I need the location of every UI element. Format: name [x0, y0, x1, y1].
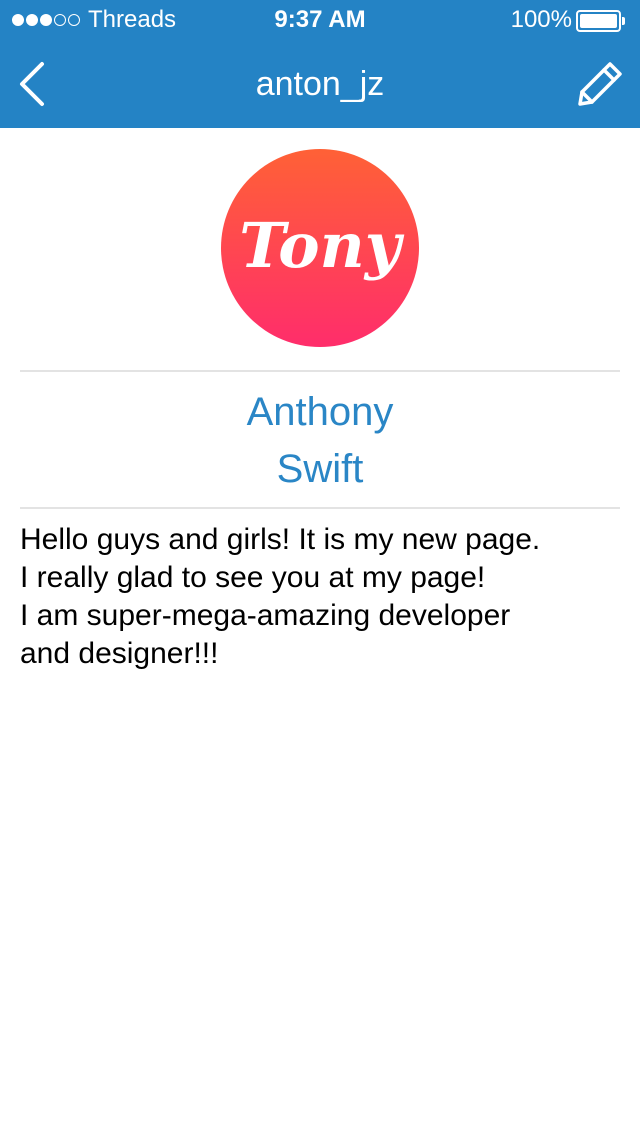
chevron-left-icon	[20, 62, 44, 106]
bio-line: and designer!!!	[20, 637, 219, 670]
profile-name: Anthony Swift	[20, 384, 620, 498]
last-name: Swift	[276, 447, 364, 491]
battery-icon	[576, 10, 626, 32]
bio-line: Hello guys and girls! It is my new page.	[20, 523, 541, 556]
bio-text: Hello guys and girls! It is my new page.…	[20, 521, 620, 673]
bio-line: I really glad to see you at my page!	[20, 561, 486, 594]
back-button[interactable]	[10, 54, 60, 114]
edit-button[interactable]	[572, 56, 628, 112]
avatar: Tony	[221, 149, 419, 347]
header: Threads 9:37 AM 100% anton_jz	[0, 0, 640, 128]
bio-line: I am super-mega-amazing developer	[20, 599, 511, 632]
avatar-text: Tony	[239, 209, 404, 282]
battery-percent: 100%	[510, 6, 572, 33]
pencil-icon	[578, 62, 622, 106]
first-name: Anthony	[246, 390, 394, 434]
status-bar: Threads 9:37 AM 100%	[0, 0, 640, 40]
page-title: anton_jz	[255, 65, 385, 103]
divider	[20, 370, 620, 372]
navigation-bar: anton_jz	[0, 40, 640, 128]
divider	[20, 507, 620, 509]
